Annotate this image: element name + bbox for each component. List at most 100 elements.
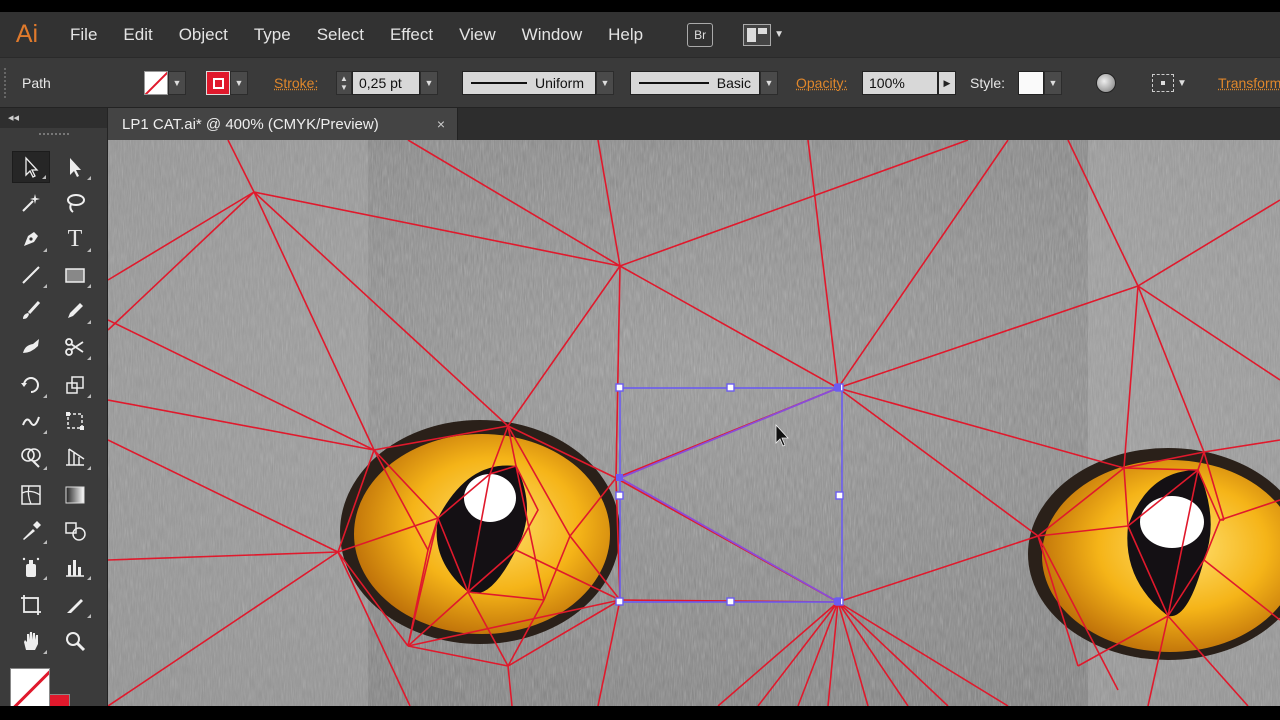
stroke-weight-dropdown[interactable]: ▼ bbox=[420, 71, 438, 95]
tools-panel: ◂◂ T bbox=[0, 108, 108, 720]
scale-tool[interactable] bbox=[56, 369, 94, 401]
artboard-tool[interactable] bbox=[12, 589, 50, 621]
stroke-weight-input[interactable]: 0,25 pt bbox=[352, 71, 420, 95]
recolor-artwork-button[interactable] bbox=[1096, 71, 1116, 95]
blob-brush-tool[interactable] bbox=[12, 331, 50, 363]
rotate-icon bbox=[21, 377, 39, 393]
shape-builder-tool[interactable] bbox=[12, 441, 50, 473]
type-tool[interactable]: T bbox=[56, 223, 94, 255]
align-options-button[interactable]: ▼ bbox=[1152, 71, 1187, 95]
selection-tool[interactable] bbox=[12, 151, 50, 183]
menu-type[interactable]: Type bbox=[254, 25, 291, 45]
magic-wand-tool[interactable] bbox=[12, 187, 50, 219]
pencil-tool[interactable] bbox=[56, 295, 94, 327]
control-bar: Path ▼ ▼ Stroke: ▲ ▼ 0,25 pt ▼ Uniform ▼ … bbox=[0, 57, 1280, 108]
tools-panel-grip[interactable] bbox=[0, 128, 107, 142]
opacity-label-link[interactable]: Opacity: bbox=[796, 71, 847, 95]
lasso-tool[interactable] bbox=[56, 187, 94, 219]
perspective-grid-tool[interactable] bbox=[56, 441, 94, 473]
variable-width-profile: Uniform ▼ bbox=[462, 71, 614, 95]
brush-label: Basic bbox=[716, 75, 751, 91]
menu-effect[interactable]: Effect bbox=[390, 25, 433, 45]
chevron-down-icon[interactable]: ▼ bbox=[774, 29, 784, 40]
paintbrush-tool[interactable] bbox=[12, 295, 50, 327]
zoom-tool[interactable] bbox=[56, 625, 94, 657]
rectangle-tool[interactable] bbox=[56, 259, 94, 291]
selection-type-label: Path bbox=[22, 75, 51, 91]
scissors-icon bbox=[65, 338, 84, 356]
document-tab-bar: LP1 CAT.ai* @ 400% (CMYK/Preview) × bbox=[108, 108, 1280, 140]
eyedropper-icon bbox=[23, 521, 41, 540]
hand-icon bbox=[24, 632, 38, 650]
artboard-canvas[interactable] bbox=[108, 140, 1280, 706]
free-transform-tool[interactable] bbox=[56, 405, 94, 437]
eyedropper-tool[interactable] bbox=[12, 515, 50, 547]
symbol-sprayer-icon bbox=[22, 557, 40, 577]
fill-dropdown-button[interactable]: ▼ bbox=[168, 71, 186, 95]
type-t-icon: T bbox=[67, 225, 83, 252]
fill-none-swatch[interactable] bbox=[10, 668, 50, 708]
rotate-tool[interactable] bbox=[12, 369, 50, 401]
pen-tool[interactable] bbox=[12, 223, 50, 255]
document-tab-title: LP1 CAT.ai* @ 400% (CMYK/Preview) bbox=[122, 115, 379, 133]
brush-dropdown[interactable]: ▼ bbox=[760, 71, 778, 95]
menu-file[interactable]: File bbox=[70, 25, 97, 45]
fur-light-left bbox=[108, 140, 368, 706]
direct-selection-tool[interactable] bbox=[56, 151, 94, 183]
fill-none-icon bbox=[144, 71, 168, 95]
menu-help[interactable]: Help bbox=[608, 25, 643, 45]
stroke-label-link[interactable]: Stroke: bbox=[274, 71, 318, 95]
tools-panel-collapse[interactable]: ◂◂ bbox=[0, 108, 107, 128]
document-tab[interactable]: LP1 CAT.ai* @ 400% (CMYK/Preview) × bbox=[108, 108, 458, 140]
direct-selection-icon bbox=[70, 158, 81, 177]
stroke-dropdown-button[interactable]: ▼ bbox=[230, 71, 248, 95]
graphic-style-dropdown[interactable]: ▼ bbox=[1044, 71, 1062, 95]
gradient-tool[interactable] bbox=[56, 479, 94, 511]
gradient-icon bbox=[65, 486, 85, 504]
graphic-style-swatch[interactable] bbox=[1018, 71, 1044, 95]
blend-tool[interactable] bbox=[56, 515, 94, 547]
line-segment-icon bbox=[22, 266, 40, 284]
stroke-stepper-icon[interactable]: ▲ ▼ bbox=[336, 71, 352, 95]
perspective-grid-icon bbox=[66, 448, 85, 466]
menu-view[interactable]: View bbox=[459, 25, 496, 45]
menu-edit[interactable]: Edit bbox=[123, 25, 152, 45]
scissors-tool[interactable] bbox=[56, 331, 94, 363]
column-graph-tool[interactable] bbox=[56, 551, 94, 583]
opacity-expand-button[interactable]: ▶ bbox=[938, 71, 956, 95]
bridge-button[interactable]: Br bbox=[687, 22, 714, 47]
profile-select[interactable]: Uniform bbox=[462, 71, 596, 95]
symbol-sprayer-tool[interactable] bbox=[12, 551, 50, 583]
recolor-artwork-icon bbox=[1096, 73, 1116, 93]
slice-tool[interactable] bbox=[56, 589, 94, 621]
stroke-color-icon bbox=[206, 71, 230, 95]
column-graph-icon bbox=[66, 560, 84, 577]
hand-tool[interactable] bbox=[12, 625, 50, 657]
panel-grip[interactable] bbox=[4, 68, 8, 98]
mesh-tool[interactable] bbox=[12, 479, 50, 511]
opacity-control: 100% ▶ bbox=[862, 71, 956, 95]
align-selection-icon bbox=[1152, 74, 1174, 92]
opacity-input[interactable]: 100% bbox=[862, 71, 938, 95]
paintbrush-icon bbox=[23, 300, 41, 319]
window-bottom-edge bbox=[0, 706, 1280, 720]
menu-object[interactable]: Object bbox=[179, 25, 228, 45]
arrange-documents-icon[interactable] bbox=[743, 23, 772, 46]
selection-arrow-icon bbox=[25, 156, 39, 178]
transform-link[interactable]: Transform bbox=[1218, 71, 1280, 95]
fill-swatch[interactable]: ▼ bbox=[144, 71, 186, 95]
profile-dropdown[interactable]: ▼ bbox=[596, 71, 614, 95]
stroke-swatch[interactable]: ▼ bbox=[206, 71, 248, 95]
blob-brush-icon bbox=[23, 339, 39, 353]
artboard-icon bbox=[21, 595, 41, 615]
stroke-weight-control: ▲ ▼ 0,25 pt ▼ bbox=[336, 71, 438, 95]
close-icon[interactable]: × bbox=[437, 116, 445, 132]
brush-select[interactable]: Basic bbox=[630, 71, 760, 95]
blend-icon bbox=[65, 522, 86, 541]
magic-wand-icon bbox=[22, 194, 40, 212]
warp-tool[interactable] bbox=[12, 405, 50, 437]
menu-window[interactable]: Window bbox=[522, 25, 582, 45]
left-eye-highlight bbox=[464, 474, 516, 522]
line-segment-tool[interactable] bbox=[12, 259, 50, 291]
menu-select[interactable]: Select bbox=[317, 25, 364, 45]
